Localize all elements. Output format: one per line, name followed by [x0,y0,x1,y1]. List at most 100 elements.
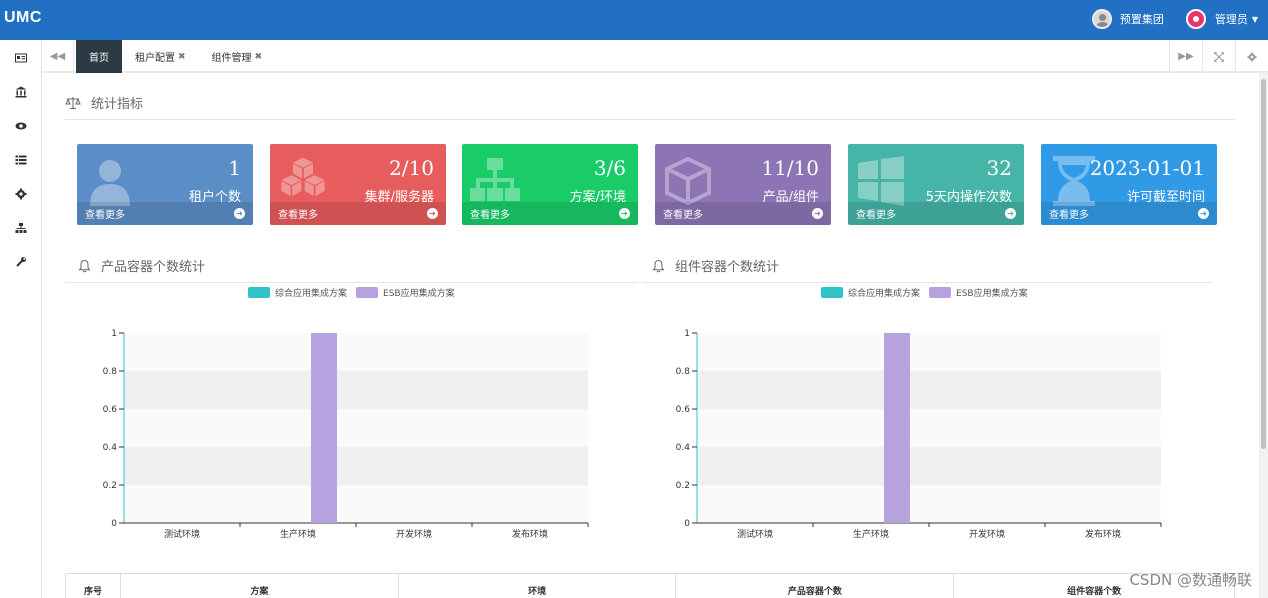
y-tick-label: 0.8 [103,367,118,377]
y-tick-label: 0 [111,519,117,529]
tab-tenant-config[interactable]: 租户配置 ✖ [122,40,199,73]
divider [65,282,638,283]
view-more-link[interactable]: 查看更多 ➜ [1041,202,1217,225]
view-more-label: 查看更多 [663,210,703,221]
vertical-scrollbar[interactable] [1259,73,1268,598]
stat-value: 3/6 [593,156,626,180]
tab-label: 首页 [89,53,109,64]
view-more-label: 查看更多 [85,210,125,221]
divider [65,119,1235,120]
x-tick-label: 生产环境 [853,528,889,540]
scrollbar-thumb[interactable] [1261,79,1266,449]
y-tick-label: 0.4 [103,443,118,453]
close-icon[interactable]: ✖ [178,52,186,62]
top-bar: UMC 预置集团 管理员 ▼ [0,0,1268,40]
gear-icon[interactable] [0,177,42,211]
column-header[interactable]: 方案 [121,574,399,598]
bar [311,333,337,523]
grid-band [124,485,588,523]
arrow-right-icon: ➜ [812,208,823,219]
legend-item[interactable]: ESB应用集成方案 [929,286,1028,299]
column-header[interactable]: 环境 [399,574,677,598]
y-tick-label: 0.2 [676,481,690,491]
arrow-right-icon: ➜ [427,208,438,219]
grid-band [697,485,1161,523]
legend-swatch [821,287,843,298]
legend-swatch [929,287,952,298]
wrench-icon[interactable] [0,245,42,279]
grid-band [124,333,588,371]
y-tick-label: 1 [684,329,690,339]
stat-card[interactable]: 32 5天内操作次数 查看更多 ➜ [848,144,1024,225]
app-logo[interactable]: UMC [4,9,42,27]
x-tick-label: 生产环境 [280,528,316,540]
legend-item[interactable]: 综合应用集成方案 [821,286,920,299]
legend-swatch [248,287,270,298]
stat-value: 1 [228,156,241,180]
sitemap-icon[interactable] [0,211,42,245]
user-label: 管理员 [1214,13,1248,26]
tab-list: 首页 租户配置 ✖ 组件管理 ✖ [76,40,275,73]
avatar-icon [1091,9,1112,29]
sitemap-icon [470,156,520,206]
tab-scroll-right-button[interactable]: ▶▶ [1169,40,1202,73]
org-label: 预置集团 [1119,13,1164,26]
bell-icon [652,259,665,272]
chart2-title: 组件容器个数统计 [652,256,779,275]
x-tick-label: 测试环境 [737,528,773,540]
org-switcher[interactable]: 预置集团 [1091,9,1164,29]
user-icon [85,156,135,206]
grid-band [697,409,1161,447]
tab-component-manage[interactable]: 组件管理 ✖ [199,40,276,73]
legend-item[interactable]: 综合应用集成方案 [248,286,347,299]
x-tick-label: 测试环境 [164,528,200,540]
arrow-right-icon: ➜ [1198,208,1209,219]
column-header[interactable]: 序号 [66,574,121,598]
stat-value: 2/10 [389,156,434,180]
view-more-link[interactable]: 查看更多 ➜ [462,202,638,225]
stat-card[interactable]: 11/10 产品/组件 查看更多 ➜ [655,144,831,225]
grid-band [697,447,1161,485]
fullscreen-icon[interactable] [1202,40,1235,73]
legend-item[interactable]: ESB应用集成方案 [356,286,455,299]
tab-home[interactable]: 首页 [76,40,122,73]
cube-icon [663,156,713,206]
watermark: CSDN @数通畅联 [1129,571,1252,589]
view-more-label: 查看更多 [278,210,318,221]
x-tick-label: 发布环境 [512,528,548,540]
stat-card[interactable]: 3/6 方案/环境 查看更多 ➜ [462,144,638,225]
close-icon[interactable]: ✖ [255,52,263,62]
chart1-title: 产品容器个数统计 [78,256,205,275]
stat-card[interactable]: 2023-01-01 许可截至时间 查看更多 ➜ [1041,144,1217,225]
eye-icon[interactable] [0,109,42,143]
y-tick-label: 0.6 [676,405,691,415]
view-more-link[interactable]: 查看更多 ➜ [655,202,831,225]
gear-icon[interactable] [1235,40,1268,73]
chart1-legend: 综合应用集成方案 ESB应用集成方案 [248,286,464,299]
stat-card[interactable]: 1 租户个数 查看更多 ➜ [77,144,253,225]
grid-band [124,371,588,409]
y-tick-label: 0 [684,519,690,529]
column-header[interactable]: 产品容器个数 [676,574,955,598]
grid-band [697,371,1161,409]
id-card-icon[interactable] [0,41,42,75]
y-tick-label: 0.2 [103,481,117,491]
list-icon[interactable] [0,143,42,177]
y-tick-label: 1 [111,329,117,339]
y-tick-label: 0.8 [676,367,691,377]
arrow-right-icon: ➜ [1005,208,1016,219]
stat-card[interactable]: 2/10 集群/服务器 查看更多 ➜ [270,144,446,225]
top-right-menu: 预置集团 管理员 ▼ [1070,9,1258,29]
user-menu[interactable]: 管理员 ▼ [1185,9,1258,29]
y-tick-label: 0.4 [676,443,691,453]
chart1-svg: 0 0.2 0.4 0.6 0.8 1 测试环境 生产环境 开发环境 发布环境 [103,329,589,540]
bank-icon[interactable] [0,75,42,109]
legend-swatch [356,287,379,298]
view-more-link[interactable]: 查看更多 ➜ [77,202,253,225]
left-sidebar [0,40,42,598]
tab-scroll-left-button[interactable]: ◀◀ [42,40,74,73]
tab-bar: ◀◀ 首页 租户配置 ✖ 组件管理 ✖ ▶▶ [42,40,1268,73]
view-more-link[interactable]: 查看更多 ➜ [848,202,1024,225]
tab-label: 组件管理 [211,53,252,64]
view-more-link[interactable]: 查看更多 ➜ [270,202,446,225]
